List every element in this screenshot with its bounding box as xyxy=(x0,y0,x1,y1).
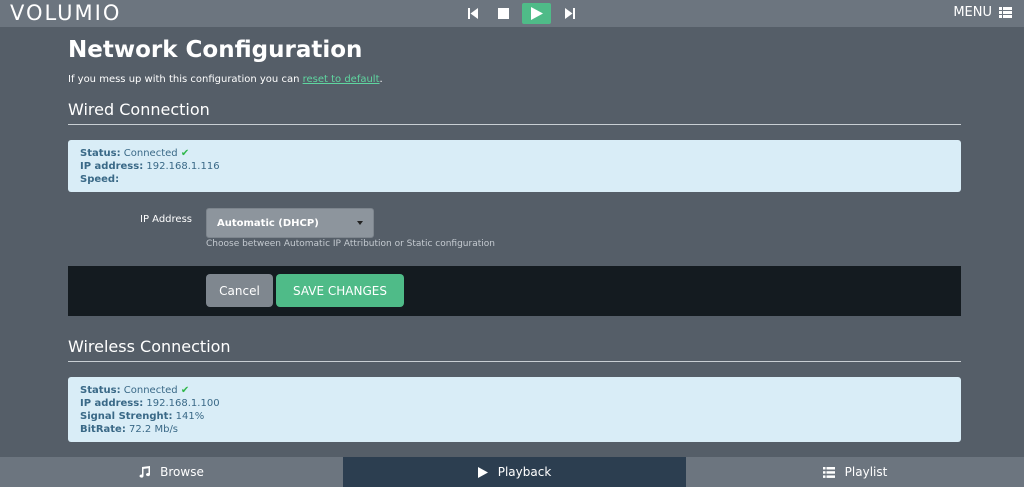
wireless-divider xyxy=(68,361,961,362)
next-icon xyxy=(565,8,575,19)
wireless-bitrate-row: BitRate: 72.2 Mb/s xyxy=(80,423,949,436)
wired-status-row: Status: Connected ✔ xyxy=(80,147,949,160)
wireless-signal-row: Signal Strenght: 141% xyxy=(80,410,949,423)
wired-section-title: Wired Connection xyxy=(68,100,210,119)
form-action-bar: Cancel SAVE CHANGES xyxy=(68,266,961,316)
tab-browse[interactable]: Browse xyxy=(0,457,343,487)
wired-speed-row: Speed: xyxy=(80,173,949,186)
stop-icon xyxy=(497,8,509,19)
ip-mode-select[interactable]: Automatic (DHCP) xyxy=(206,208,374,238)
stop-button[interactable] xyxy=(492,3,514,24)
wired-ip-row: IP address: 192.168.1.116 xyxy=(80,160,949,173)
wired-status-box: Status: Connected ✔ IP address: 192.168.… xyxy=(68,140,961,192)
intro-text: If you mess up with this configuration y… xyxy=(68,74,383,85)
wireless-signal-value: 141% xyxy=(172,411,205,422)
tab-browse-label: Browse xyxy=(160,465,204,479)
wireless-section-title: Wireless Connection xyxy=(68,337,231,356)
wired-status-value: Connected xyxy=(120,148,181,159)
save-changes-button[interactable]: SAVE CHANGES xyxy=(276,274,404,307)
caret-down-icon xyxy=(357,221,363,225)
ip-mode-value: Automatic (DHCP) xyxy=(217,217,319,229)
play-icon xyxy=(530,7,543,20)
previous-button[interactable] xyxy=(462,3,484,24)
check-icon: ✔ xyxy=(180,148,190,159)
ip-mode-help-text: Choose between Automatic IP Attribution … xyxy=(206,239,495,249)
wireless-status-value: Connected xyxy=(120,385,181,396)
check-icon: ✔ xyxy=(180,385,190,396)
wired-speed-label: Speed: xyxy=(80,174,120,185)
wireless-status-row: Status: Connected ✔ xyxy=(80,384,949,397)
page-title: Network Configuration xyxy=(68,37,363,63)
tab-playlist[interactable]: Playlist xyxy=(686,457,1024,487)
wireless-status-label: Status: xyxy=(80,385,121,396)
wireless-signal-label: Signal Strenght: xyxy=(80,411,173,422)
volumio-logo[interactable]: VOLUMIO xyxy=(10,1,121,25)
wireless-ip-row: IP address: 192.168.1.100 xyxy=(80,397,949,410)
tab-playback[interactable]: Playback xyxy=(343,457,686,487)
intro-text-end: . xyxy=(379,74,383,85)
menu-label: MENU xyxy=(953,5,992,20)
cancel-button[interactable]: Cancel xyxy=(206,274,273,307)
tab-playback-label: Playback xyxy=(497,465,552,479)
wireless-ip-value: 192.168.1.100 xyxy=(143,398,220,409)
wireless-bitrate-label: BitRate: xyxy=(80,424,126,435)
wired-ip-label: IP address: xyxy=(80,161,144,172)
wireless-bitrate-value: 72.2 Mb/s xyxy=(125,424,179,435)
wired-ip-value: 192.168.1.116 xyxy=(143,161,220,172)
transport-controls xyxy=(462,3,589,24)
tab-playlist-label: Playlist xyxy=(844,465,888,479)
menu-button[interactable]: MENU xyxy=(953,5,1012,20)
intro-text-start: If you mess up with this configuration y… xyxy=(68,74,303,85)
play-button[interactable] xyxy=(522,3,551,24)
wireless-status-box: Status: Connected ✔ IP address: 192.168.… xyxy=(68,377,961,442)
wired-status-label: Status: xyxy=(80,148,121,159)
wireless-ip-label: IP address: xyxy=(80,398,144,409)
reset-to-default-link[interactable]: reset to default xyxy=(303,74,380,85)
play-icon xyxy=(477,466,488,478)
ip-address-label: IP Address xyxy=(140,214,192,225)
bottom-nav: Browse Playback Playlist xyxy=(0,457,1024,487)
next-button[interactable] xyxy=(559,3,581,24)
previous-icon xyxy=(468,8,478,19)
top-bar: VOLUMIO MENU xyxy=(0,0,1024,27)
music-note-icon xyxy=(139,466,151,478)
list-icon xyxy=(822,466,835,478)
wired-divider xyxy=(68,124,961,125)
menu-list-icon xyxy=(999,7,1012,18)
